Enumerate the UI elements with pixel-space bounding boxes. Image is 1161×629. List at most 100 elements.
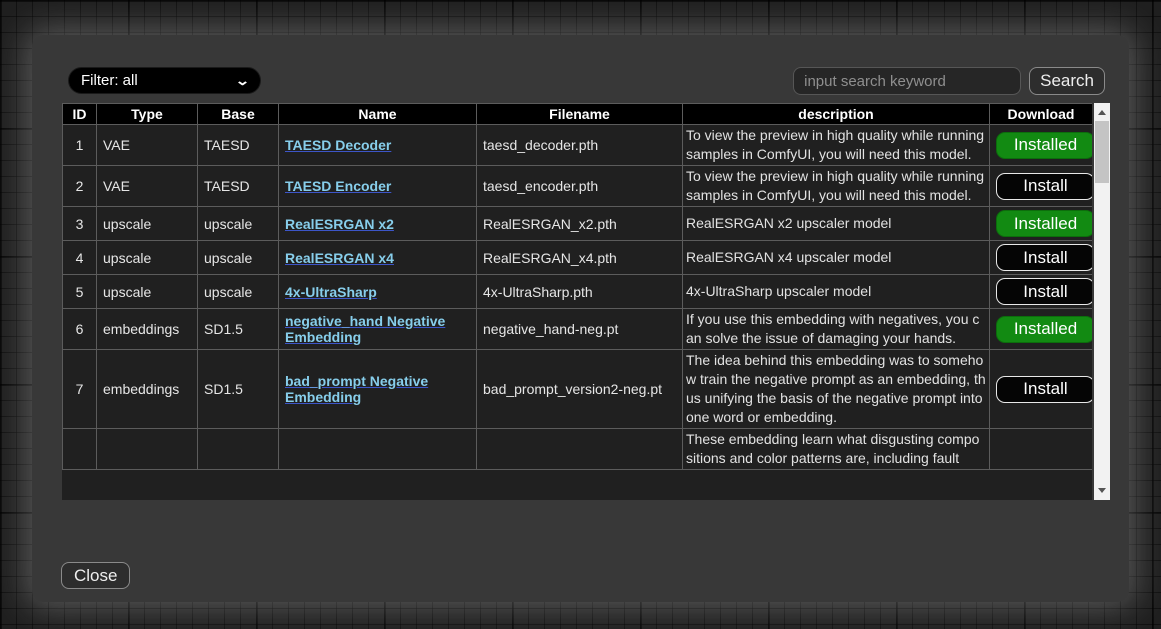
table-scrollbar[interactable] [1094,103,1110,500]
cell-type: VAE [97,125,198,166]
filter-dropdown[interactable]: Filter: all ⌄ [68,67,261,94]
model-name-link[interactable]: RealESRGAN x2 [285,216,394,232]
cell-id: 5 [63,275,97,309]
cell-name: TAESD Encoder [279,166,477,207]
cell-description: To view the preview in high quality whil… [683,125,990,166]
cell-name: RealESRGAN x4 [279,241,477,275]
cell-base: TAESD [198,125,279,166]
search-input[interactable] [793,67,1021,95]
cell-base: TAESD [198,166,279,207]
models-table: ID Type Base Name Filename description D… [62,103,1092,470]
cell-name [279,429,477,470]
install-button[interactable]: Install [996,376,1092,403]
cell-download: Install [990,166,1093,207]
cell-base: upscale [198,241,279,275]
cell-type: upscale [97,207,198,241]
table-row: 2 VAE TAESD TAESD Encoder taesd_encoder.… [63,166,1093,207]
cell-download: Install [990,350,1093,429]
cell-description: 4x-UltraSharp upscaler model [683,275,990,309]
model-name-link[interactable]: TAESD Encoder [285,178,391,194]
cell-description: These embedding learn what disgusting co… [683,429,990,470]
cell-filename: 4x-UltraSharp.pth [477,275,683,309]
chevron-down-icon: ⌄ [235,74,250,87]
install-button[interactable]: Install [996,278,1092,305]
table-row: 5 upscale upscale 4x-UltraSharp 4x-Ultra… [63,275,1093,309]
cell-id [63,429,97,470]
cell-filename: bad_prompt_version2-neg.pt [477,350,683,429]
cell-type: VAE [97,166,198,207]
cell-filename [477,429,683,470]
installed-button[interactable]: Installed [996,210,1092,237]
cell-description: If you use this embedding with negatives… [683,309,990,350]
model-name-link[interactable]: 4x-UltraSharp [285,284,377,300]
cell-filename: RealESRGAN_x2.pth [477,207,683,241]
install-button[interactable]: Install [996,173,1092,200]
cell-name: negative_hand Negative Embedding [279,309,477,350]
model-name-link[interactable]: bad_prompt Negative Embedding [285,373,428,405]
cell-type [97,429,198,470]
cell-base [198,429,279,470]
cell-name: RealESRGAN x2 [279,207,477,241]
table-row: 3 upscale upscale RealESRGAN x2 RealESRG… [63,207,1093,241]
table-row: 1 VAE TAESD TAESD Decoder taesd_decoder.… [63,125,1093,166]
column-header-base: Base [198,104,279,125]
cell-base: SD1.5 [198,309,279,350]
cell-name: TAESD Decoder [279,125,477,166]
close-button[interactable]: Close [61,562,130,589]
cell-id: 6 [63,309,97,350]
cell-type: embeddings [97,350,198,429]
cell-base: upscale [198,275,279,309]
cell-description: RealESRGAN x2 upscaler model [683,207,990,241]
cell-id: 7 [63,350,97,429]
install-button[interactable]: Install [996,244,1092,271]
column-header-filename: Filename [477,104,683,125]
cell-id: 2 [63,166,97,207]
table-header-row: ID Type Base Name Filename description D… [63,104,1093,125]
table-row: 7 embeddings SD1.5 bad_prompt Negative E… [63,350,1093,429]
cell-filename: RealESRGAN_x4.pth [477,241,683,275]
search-bar: Search [793,67,1105,95]
cell-download [990,429,1093,470]
column-header-download: Download [990,104,1093,125]
scroll-up-icon[interactable] [1098,110,1106,115]
column-header-name: Name [279,104,477,125]
filter-dropdown-value: Filter: all [81,72,138,89]
table-row: These embedding learn what disgusting co… [63,429,1093,470]
cell-name: 4x-UltraSharp [279,275,477,309]
table-row: 6 embeddings SD1.5 negative_hand Negativ… [63,309,1093,350]
cell-base: SD1.5 [198,350,279,429]
cell-id: 1 [63,125,97,166]
cell-base: upscale [198,207,279,241]
cell-description: To view the preview in high quality whil… [683,166,990,207]
installed-button[interactable]: Installed [996,132,1092,159]
column-header-id: ID [63,104,97,125]
cell-type: embeddings [97,309,198,350]
table-row: 4 upscale upscale RealESRGAN x4 RealESRG… [63,241,1093,275]
cell-download: Install [990,275,1093,309]
cell-description: The idea behind this embedding was to so… [683,350,990,429]
cell-id: 3 [63,207,97,241]
cell-filename: taesd_decoder.pth [477,125,683,166]
scroll-down-icon[interactable] [1098,488,1106,493]
cell-type: upscale [97,241,198,275]
model-name-link[interactable]: negative_hand Negative Embedding [285,313,445,345]
model-name-link[interactable]: RealESRGAN x4 [285,250,394,266]
column-header-description: description [683,104,990,125]
cell-type: upscale [97,275,198,309]
cell-download: Installed [990,207,1093,241]
cell-id: 4 [63,241,97,275]
cell-description: RealESRGAN x4 upscaler model [683,241,990,275]
column-header-type: Type [97,104,198,125]
cell-filename: taesd_encoder.pth [477,166,683,207]
installed-button[interactable]: Installed [996,316,1092,343]
cell-download: Install [990,241,1093,275]
cell-name: bad_prompt Negative Embedding [279,350,477,429]
model-name-link[interactable]: TAESD Decoder [285,137,391,153]
cell-download: Installed [990,309,1093,350]
scrollbar-thumb[interactable] [1095,121,1109,183]
cell-filename: negative_hand-neg.pt [477,309,683,350]
search-button[interactable]: Search [1029,67,1105,95]
install-models-dialog: Filter: all ⌄ Search ID Type Base Name F… [32,35,1129,602]
models-table-viewport: ID Type Base Name Filename description D… [62,103,1092,500]
cell-download: Installed [990,125,1093,166]
